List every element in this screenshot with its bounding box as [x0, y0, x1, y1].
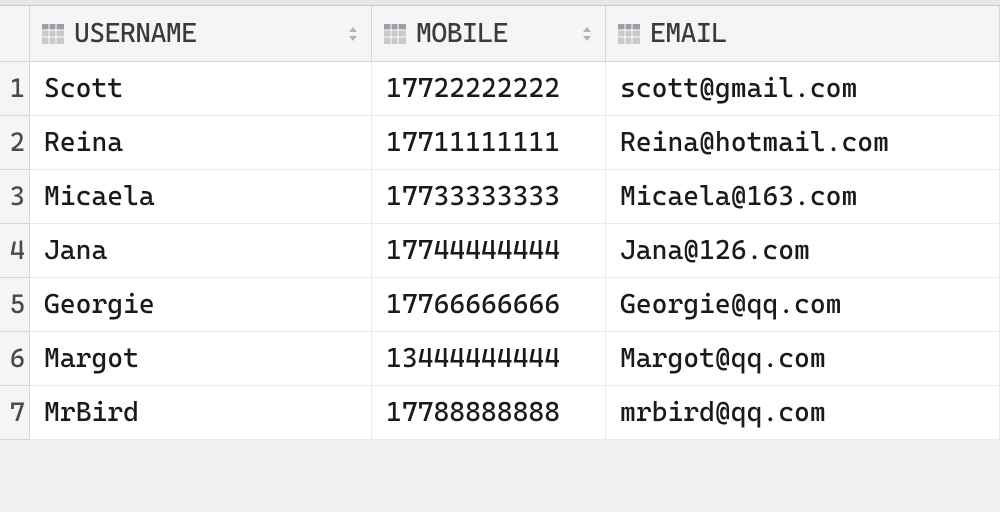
column-header-username[interactable]: USERNAME: [30, 6, 372, 62]
data-grid-container: USERNAME MOBILE EMAIL 1 Scott 1772222222…: [0, 0, 1000, 512]
cell-username[interactable]: Margot: [30, 332, 372, 386]
cell-mobile[interactable]: 17744444444: [372, 224, 606, 278]
row-number-value: 2: [10, 128, 25, 158]
cell-value: MrBird: [44, 397, 139, 428]
row-number-value: 6: [10, 344, 25, 374]
column-icon: [384, 24, 406, 44]
cell-username[interactable]: MrBird: [30, 386, 372, 440]
cell-value: 17766666666: [386, 289, 560, 320]
cell-mobile[interactable]: 13444444444: [372, 332, 606, 386]
row-number[interactable]: 3: [0, 170, 30, 224]
cell-value: Georgie@qq.com: [620, 289, 841, 320]
cell-email[interactable]: mrbird@qq.com: [606, 386, 1000, 440]
row-number[interactable]: 6: [0, 332, 30, 386]
row-number[interactable]: 2: [0, 116, 30, 170]
cell-value: Margot@qq.com: [620, 343, 826, 374]
cell-value: 17711111111: [386, 127, 560, 158]
row-number-value: 1: [10, 74, 25, 104]
cell-value: scott@gmail.com: [620, 73, 857, 104]
sort-icon[interactable]: [347, 25, 359, 43]
cell-value: mrbird@qq.com: [620, 397, 826, 428]
column-icon: [618, 24, 640, 44]
header-corner-stub: [0, 6, 30, 62]
cell-mobile[interactable]: 17766666666: [372, 278, 606, 332]
row-number-value: 7: [10, 398, 25, 428]
cell-value: Georgie: [44, 289, 155, 320]
cell-value: Micaela: [44, 181, 155, 212]
column-label: EMAIL: [650, 18, 987, 49]
cell-mobile[interactable]: 17722222222: [372, 62, 606, 116]
row-number-value: 5: [10, 290, 25, 320]
cell-email[interactable]: Georgie@qq.com: [606, 278, 1000, 332]
column-icon: [42, 24, 64, 44]
cell-username[interactable]: Micaela: [30, 170, 372, 224]
cell-value: 17744444444: [386, 235, 560, 266]
cell-username[interactable]: Jana: [30, 224, 372, 278]
cell-value: Reina: [44, 127, 123, 158]
row-number[interactable]: 7: [0, 386, 30, 440]
cell-value: 17722222222: [386, 73, 560, 104]
cell-value: 17733333333: [386, 181, 560, 212]
cell-email[interactable]: scott@gmail.com: [606, 62, 1000, 116]
cell-value: Jana@126.com: [620, 235, 810, 266]
cell-username[interactable]: Georgie: [30, 278, 372, 332]
column-header-mobile[interactable]: MOBILE: [372, 6, 606, 62]
row-number[interactable]: 1: [0, 62, 30, 116]
row-number[interactable]: 5: [0, 278, 30, 332]
column-label: USERNAME: [74, 18, 341, 49]
row-number[interactable]: 4: [0, 224, 30, 278]
row-number-value: 4: [10, 236, 25, 266]
cell-username[interactable]: Scott: [30, 62, 372, 116]
cell-mobile[interactable]: 17788888888: [372, 386, 606, 440]
cell-email[interactable]: Margot@qq.com: [606, 332, 1000, 386]
data-grid: USERNAME MOBILE EMAIL 1 Scott 1772222222…: [0, 6, 1000, 440]
cell-email[interactable]: Micaela@163.com: [606, 170, 1000, 224]
row-number-value: 3: [10, 182, 25, 212]
column-header-email[interactable]: EMAIL: [606, 6, 1000, 62]
cell-mobile[interactable]: 17733333333: [372, 170, 606, 224]
column-label: MOBILE: [416, 18, 575, 49]
cell-email[interactable]: Jana@126.com: [606, 224, 1000, 278]
cell-mobile[interactable]: 17711111111: [372, 116, 606, 170]
cell-value: 13444444444: [386, 343, 560, 374]
cell-value: Margot: [44, 343, 139, 374]
sort-icon[interactable]: [581, 25, 593, 43]
cell-value: Jana: [44, 235, 107, 266]
cell-value: Micaela@163.com: [620, 181, 857, 212]
cell-value: 17788888888: [386, 397, 560, 428]
cell-value: Scott: [44, 73, 123, 104]
cell-value: Reina@hotmail.com: [620, 127, 889, 158]
cell-username[interactable]: Reina: [30, 116, 372, 170]
cell-email[interactable]: Reina@hotmail.com: [606, 116, 1000, 170]
